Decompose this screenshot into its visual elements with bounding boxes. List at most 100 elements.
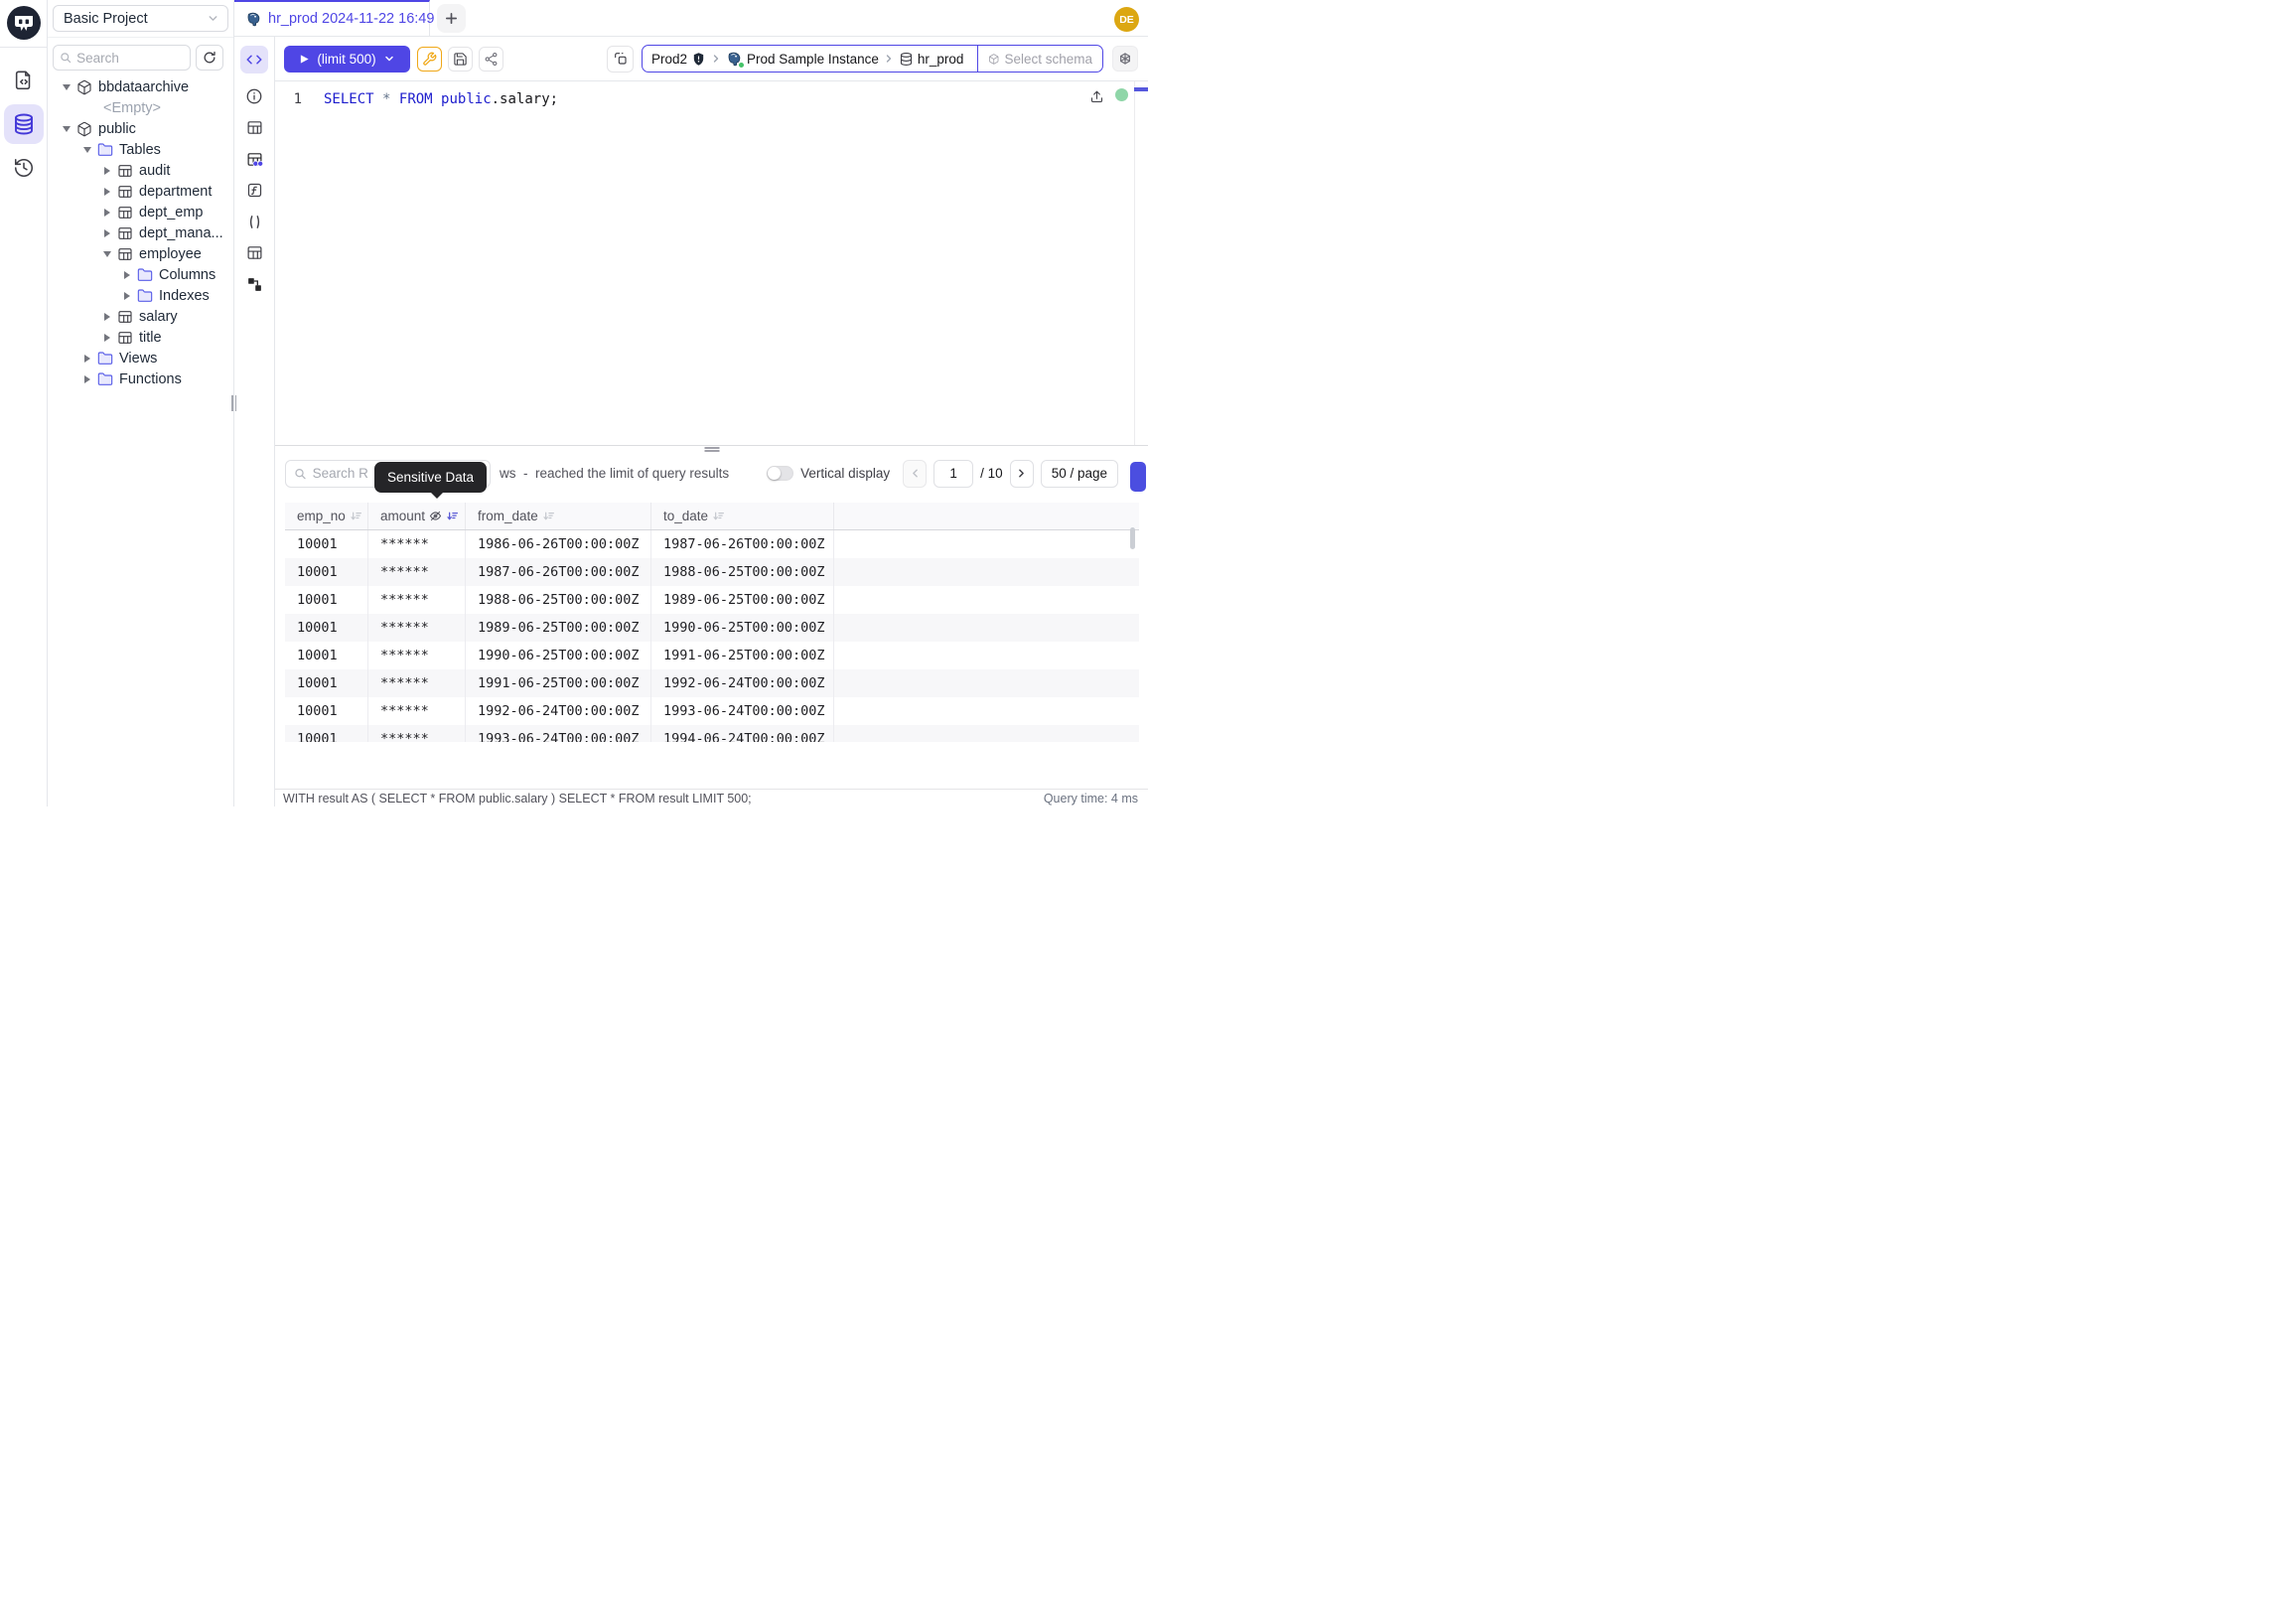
schema-select[interactable]: Select schema	[977, 46, 1102, 72]
cell-emp-no[interactable]: 10001	[285, 725, 368, 742]
cell-emp-no[interactable]: 10001	[285, 586, 368, 614]
cell-from-date[interactable]: 1993-06-24T00:00:00Z	[466, 725, 651, 742]
tree-item-public[interactable]: public	[48, 118, 233, 139]
caret-right-icon[interactable]	[100, 209, 113, 217]
external-tables-panel-button[interactable]	[240, 239, 268, 267]
caret-right-icon[interactable]	[100, 313, 113, 321]
editor-scroll-track[interactable]	[1134, 81, 1148, 445]
caret-down-icon[interactable]	[80, 147, 93, 153]
cell-emp-no[interactable]: 10001	[285, 697, 368, 725]
refresh-schema-button[interactable]	[196, 45, 223, 71]
project-select[interactable]: Basic Project	[53, 5, 228, 32]
cell-to-date[interactable]: 1994-06-24T00:00:00Z	[651, 725, 834, 742]
functions-panel-button[interactable]	[240, 177, 268, 205]
cell-amount-masked[interactable]: ******	[368, 614, 466, 642]
panel-splitter[interactable]	[275, 445, 1148, 452]
caret-right-icon[interactable]	[100, 188, 113, 196]
save-sheet-button[interactable]	[448, 47, 473, 72]
column-header-from-date[interactable]: from_date	[466, 503, 651, 529]
caret-right-icon[interactable]	[100, 229, 113, 237]
table-row-partial[interactable]: 10001 ****** 1993-06-24T00:00:00Z 1994-0…	[285, 725, 1139, 742]
cell-emp-no[interactable]: 10001	[285, 530, 368, 558]
caret-right-icon[interactable]	[120, 292, 133, 300]
share-sheet-button[interactable]	[479, 47, 503, 72]
tree-item-employee[interactable]: employee	[48, 243, 233, 264]
code-panel-button[interactable]	[240, 46, 268, 73]
prev-page-button[interactable]	[903, 460, 927, 488]
tab-hr-prod[interactable]: hr_prod 2024-11-22 16:49	[234, 0, 430, 36]
cell-amount-masked[interactable]: ******	[368, 697, 466, 725]
tables-panel-button[interactable]	[240, 114, 268, 142]
database-nav-button[interactable]	[4, 104, 44, 144]
tree-item-columns[interactable]: Columns	[48, 264, 233, 285]
cell-from-date[interactable]: 1991-06-25T00:00:00Z	[466, 669, 651, 697]
tree-item-title[interactable]: title	[48, 327, 233, 348]
table-row[interactable]: 10001 ****** 1990-06-25T00:00:00Z 1991-0…	[285, 642, 1139, 669]
cell-from-date[interactable]: 1986-06-26T00:00:00Z	[466, 530, 651, 558]
table-row[interactable]: 10001 ****** 1988-06-25T00:00:00Z 1989-0…	[285, 586, 1139, 614]
caret-down-icon[interactable]	[100, 251, 113, 257]
caret-down-icon[interactable]	[60, 84, 72, 90]
cell-amount-masked[interactable]: ******	[368, 725, 466, 742]
cell-amount-masked[interactable]: ******	[368, 586, 466, 614]
cell-emp-no[interactable]: 10001	[285, 669, 368, 697]
caret-right-icon[interactable]	[100, 167, 113, 175]
table-row[interactable]: 10001 ****** 1991-06-25T00:00:00Z 1992-0…	[285, 669, 1139, 697]
table-row[interactable]: 10001 ****** 1992-06-24T00:00:00Z 1993-0…	[285, 697, 1139, 725]
column-header-to-date[interactable]: to_date	[651, 503, 834, 529]
connection-scope[interactable]: Prod2 Prod Sample Instance hr_prod	[643, 46, 977, 72]
tree-item-department[interactable]: department	[48, 181, 233, 202]
vertical-display-toggle[interactable]	[767, 466, 793, 481]
cell-to-date[interactable]: 1989-06-25T00:00:00Z	[651, 586, 834, 614]
admin-wrench-button[interactable]	[417, 47, 442, 72]
export-button-partial[interactable]	[1130, 462, 1146, 492]
page-number-input[interactable]	[933, 460, 973, 488]
schema-diagram-button[interactable]	[240, 270, 268, 298]
cell-from-date[interactable]: 1992-06-24T00:00:00Z	[466, 697, 651, 725]
cell-to-date[interactable]: 1993-06-24T00:00:00Z	[651, 697, 834, 725]
caret-right-icon[interactable]	[80, 375, 93, 383]
caret-down-icon[interactable]	[60, 126, 72, 132]
cell-amount-masked[interactable]: ******	[368, 642, 466, 669]
cell-amount-masked[interactable]: ******	[368, 558, 466, 586]
tree-item-views[interactable]: Views	[48, 348, 233, 368]
new-tab-button[interactable]	[437, 4, 466, 33]
cell-to-date[interactable]: 1991-06-25T00:00:00Z	[651, 642, 834, 669]
caret-right-icon[interactable]	[120, 271, 133, 279]
sql-editor[interactable]: 1 SELECT * FROM public.salary;	[275, 81, 1148, 445]
caret-right-icon[interactable]	[80, 355, 93, 363]
tree-item-salary[interactable]: salary	[48, 306, 233, 327]
tree-item-dept-emp[interactable]: dept_emp	[48, 202, 233, 222]
tree-item-dept-manager[interactable]: dept_mana...	[48, 222, 233, 243]
tree-item-indexes[interactable]: Indexes	[48, 285, 233, 306]
cell-to-date[interactable]: 1992-06-24T00:00:00Z	[651, 669, 834, 697]
cell-emp-no[interactable]: 10001	[285, 558, 368, 586]
cell-to-date[interactable]: 1990-06-25T00:00:00Z	[651, 614, 834, 642]
bytebase-logo[interactable]	[7, 6, 41, 40]
run-query-button[interactable]: (limit 500)	[284, 46, 410, 73]
column-header-emp-no[interactable]: emp_no	[285, 503, 368, 529]
cell-emp-no[interactable]: 10001	[285, 614, 368, 642]
ai-assistant-button[interactable]	[1112, 46, 1138, 72]
tree-item-audit[interactable]: audit	[48, 160, 233, 181]
cell-from-date[interactable]: 1989-06-25T00:00:00Z	[466, 614, 651, 642]
cell-to-date[interactable]: 1988-06-25T00:00:00Z	[651, 558, 834, 586]
cell-amount-masked[interactable]: ******	[368, 669, 466, 697]
user-avatar[interactable]: DE	[1114, 7, 1139, 32]
page-size-select[interactable]: 50 / page	[1041, 460, 1118, 488]
cell-emp-no[interactable]: 10001	[285, 642, 368, 669]
cell-from-date[interactable]: 1987-06-26T00:00:00Z	[466, 558, 651, 586]
column-header-amount[interactable]: amount	[368, 503, 466, 529]
tree-item-bbdataarchive[interactable]: bbdataarchive	[48, 76, 233, 97]
tree-item-functions[interactable]: Functions	[48, 368, 233, 389]
next-page-button[interactable]	[1010, 460, 1034, 488]
batch-query-button[interactable]	[607, 46, 634, 73]
cell-to-date[interactable]: 1987-06-26T00:00:00Z	[651, 530, 834, 558]
masked-data-panel-button[interactable]	[240, 145, 268, 173]
cell-from-date[interactable]: 1988-06-25T00:00:00Z	[466, 586, 651, 614]
upload-sql-button[interactable]	[1089, 89, 1104, 104]
table-row[interactable]: 10001 ****** 1986-06-26T00:00:00Z 1987-0…	[285, 530, 1139, 558]
results-scrollbar-thumb[interactable]	[1130, 527, 1135, 549]
table-row[interactable]: 10001 ****** 1989-06-25T00:00:00Z 1990-0…	[285, 614, 1139, 642]
cell-amount-masked[interactable]: ******	[368, 530, 466, 558]
